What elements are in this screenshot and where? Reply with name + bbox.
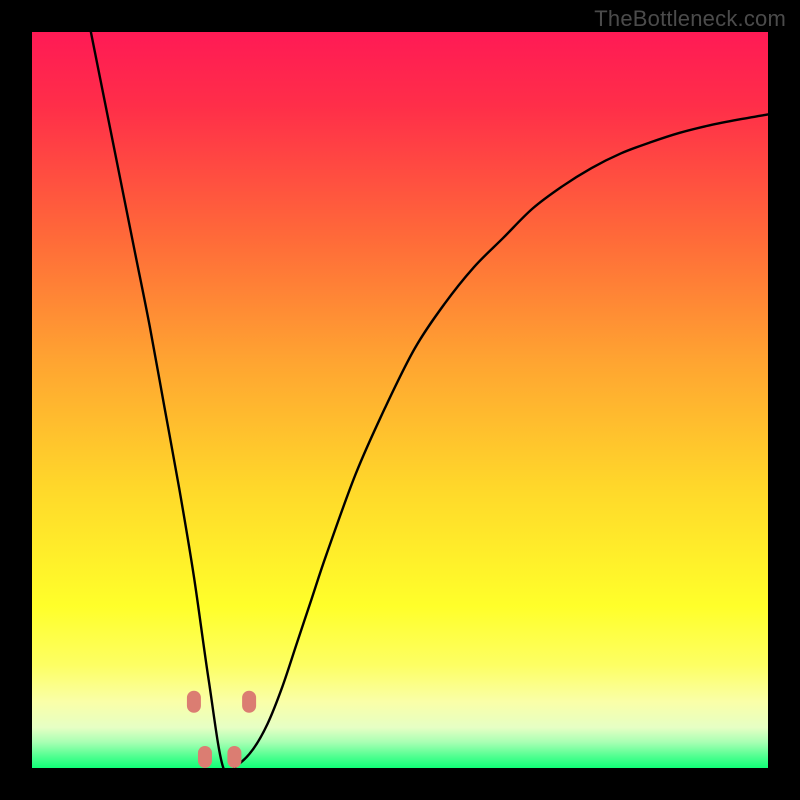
- curve-marker: [187, 691, 201, 713]
- curve-marker: [227, 746, 241, 768]
- chart-frame: TheBottleneck.com: [0, 0, 800, 800]
- curve-marker: [242, 691, 256, 713]
- curve-marker: [198, 746, 212, 768]
- curve-layer: [32, 32, 768, 768]
- watermark-text: TheBottleneck.com: [594, 6, 786, 32]
- bottleneck-curve: [91, 32, 768, 774]
- plot-area: [32, 32, 768, 768]
